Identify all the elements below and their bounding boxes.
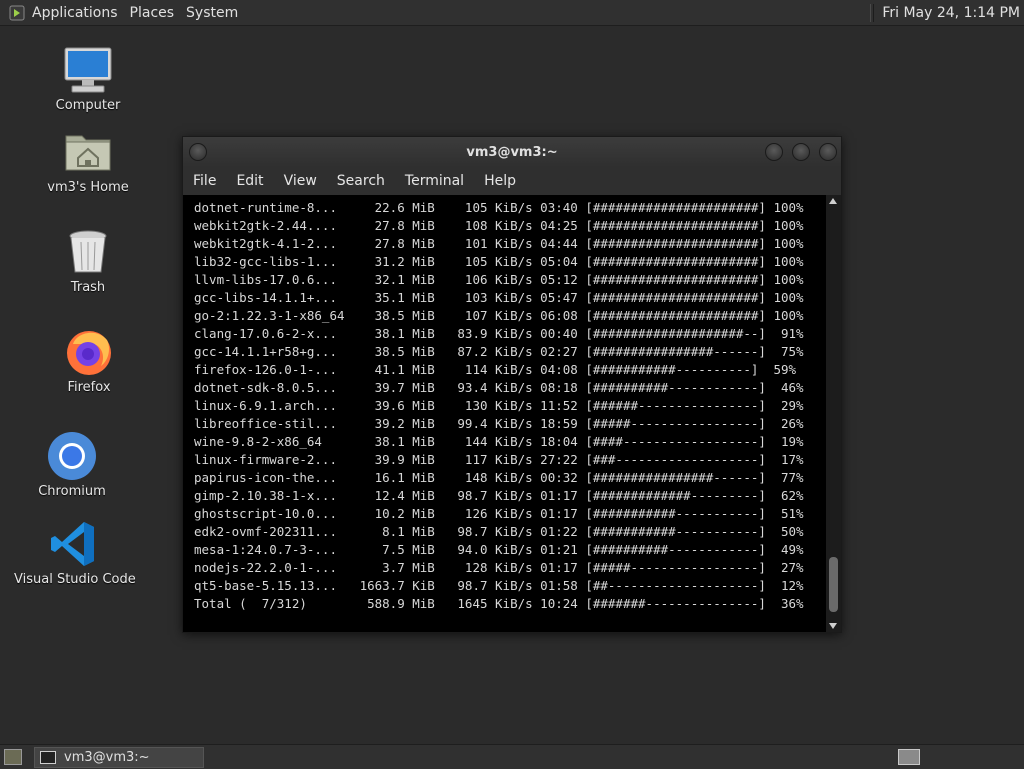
window-menu-button[interactable] xyxy=(189,143,207,161)
terminal-line: webkit2gtk-4.1-2... 27.8 MiB 101 KiB/s 0… xyxy=(194,236,804,251)
home-folder-icon xyxy=(62,126,114,178)
terminal-window[interactable]: vm3@vm3:~ File Edit View Search Terminal… xyxy=(182,136,842,633)
computer-monitor-icon xyxy=(62,44,114,96)
menu-system[interactable]: System xyxy=(186,5,246,21)
desktop-icon-label: Firefox xyxy=(67,380,111,395)
terminal-line: linux-6.9.1.arch... 39.6 MiB 130 KiB/s 1… xyxy=(194,398,804,413)
window-titlebar[interactable]: vm3@vm3:~ xyxy=(183,137,841,167)
workspace-switcher[interactable] xyxy=(898,749,920,765)
terminal-line: clang-17.0.6-2-x... 38.1 MiB 83.9 KiB/s … xyxy=(194,326,804,341)
menu-places[interactable]: Places xyxy=(130,5,183,21)
desktop-icon-label: Chromium xyxy=(38,484,106,499)
terminal-line: wine-9.8-2-x86_64 38.1 MiB 144 KiB/s 18:… xyxy=(194,434,804,449)
taskbar-terminal-button[interactable]: vm3@vm3:~ xyxy=(34,747,204,768)
terminal-text: dotnet-runtime-8... 22.6 MiB 105 KiB/s 0… xyxy=(183,195,825,613)
terminal-line: nodejs-22.2.0-1-... 3.7 MiB 128 KiB/s 01… xyxy=(194,560,804,575)
applications-menu-icon[interactable] xyxy=(8,4,26,22)
window-title: vm3@vm3:~ xyxy=(466,144,558,160)
desktop-icon-label: Trash xyxy=(70,280,106,295)
chromium-icon xyxy=(46,430,98,482)
terminal-output[interactable]: dotnet-runtime-8... 22.6 MiB 105 KiB/s 0… xyxy=(183,195,825,632)
terminal-line: edk2-ovmf-202311... 8.1 MiB 98.7 KiB/s 0… xyxy=(194,524,804,539)
menu-applications[interactable]: Applications xyxy=(32,5,126,21)
minimize-button[interactable] xyxy=(765,143,783,161)
scroll-up-arrow-icon[interactable] xyxy=(829,198,837,204)
terminal-line: mesa-1:24.0.7-3-... 7.5 MiB 94.0 KiB/s 0… xyxy=(194,542,804,557)
menu-help[interactable]: Help xyxy=(484,173,516,189)
terminal-line: gcc-libs-14.1.1+... 35.1 MiB 103 KiB/s 0… xyxy=(194,290,804,305)
terminal-line: lib32-gcc-libs-1... 31.2 MiB 105 KiB/s 0… xyxy=(194,254,804,269)
terminal-line: libreoffice-stil... 39.2 MiB 99.4 KiB/s … xyxy=(194,416,804,431)
menu-file[interactable]: File xyxy=(193,173,216,189)
show-desktop-icon[interactable] xyxy=(4,749,22,765)
terminal-line: linux-firmware-2... 39.9 MiB 117 KiB/s 2… xyxy=(194,452,804,467)
scrollbar-thumb[interactable] xyxy=(829,557,838,612)
menu-terminal[interactable]: Terminal xyxy=(405,173,464,189)
terminal-line: dotnet-sdk-8.0.5... 39.7 MiB 93.4 KiB/s … xyxy=(194,380,804,395)
desktop-icon-label: Computer xyxy=(55,98,121,113)
terminal-icon xyxy=(40,751,56,764)
menu-view[interactable]: View xyxy=(284,173,317,189)
desktop-icon-trash[interactable]: Trash xyxy=(28,226,148,295)
desktop-icon-vscode[interactable]: Visual Studio Code xyxy=(14,518,136,587)
terminal-scrollbar[interactable] xyxy=(826,195,841,632)
scroll-down-arrow-icon[interactable] xyxy=(829,623,837,629)
desktop-icon-firefox[interactable]: Firefox xyxy=(29,326,149,395)
terminal-menubar: File Edit View Search Terminal Help xyxy=(183,167,841,195)
bottom-panel: vm3@vm3:~ xyxy=(0,744,1024,769)
vscode-icon xyxy=(48,518,100,570)
terminal-line: gimp-2.10.38-1-x... 12.4 MiB 98.7 KiB/s … xyxy=(194,488,804,503)
terminal-line: llvm-libs-17.0.6... 32.1 MiB 106 KiB/s 0… xyxy=(194,272,804,287)
desktop-icon-label: Visual Studio Code xyxy=(14,572,136,587)
terminal-line: webkit2gtk-2.44.... 27.8 MiB 108 KiB/s 0… xyxy=(194,218,804,233)
panel-separator xyxy=(870,3,875,22)
trash-icon xyxy=(62,226,114,278)
task-label: vm3@vm3:~ xyxy=(64,750,150,765)
top-panel: Applications Places System Fri May 24, 1… xyxy=(0,0,1024,26)
terminal-line: papirus-icon-the... 16.1 MiB 148 KiB/s 0… xyxy=(194,470,804,485)
menu-search[interactable]: Search xyxy=(337,173,385,189)
terminal-line: gcc-14.1.1+r58+g... 38.5 MiB 87.2 KiB/s … xyxy=(194,344,804,359)
firefox-icon xyxy=(63,326,115,378)
terminal-line: qt5-base-5.15.13... 1663.7 KiB 98.7 KiB/… xyxy=(194,578,804,593)
desktop-icon-home[interactable]: vm3's Home xyxy=(28,126,148,195)
desktop-icon-chromium[interactable]: Chromium xyxy=(12,430,132,499)
desktop-icon-label: vm3's Home xyxy=(47,180,129,195)
close-button[interactable] xyxy=(819,143,837,161)
clock[interactable]: Fri May 24, 1:14 PM xyxy=(882,5,1020,21)
desktop-icon-computer[interactable]: Computer xyxy=(28,44,148,113)
terminal-line: Total ( 7/312) 588.9 MiB 1645 KiB/s 10:2… xyxy=(194,596,804,611)
menu-edit[interactable]: Edit xyxy=(236,173,263,189)
terminal-line: firefox-126.0-1-... 41.1 MiB 114 KiB/s 0… xyxy=(194,362,797,377)
terminal-line: ghostscript-10.0... 10.2 MiB 126 KiB/s 0… xyxy=(194,506,804,521)
terminal-line: go-2:1.22.3-1-x86_64 38.5 MiB 107 KiB/s … xyxy=(194,308,804,323)
maximize-button[interactable] xyxy=(792,143,810,161)
terminal-line: dotnet-runtime-8... 22.6 MiB 105 KiB/s 0… xyxy=(194,200,804,215)
